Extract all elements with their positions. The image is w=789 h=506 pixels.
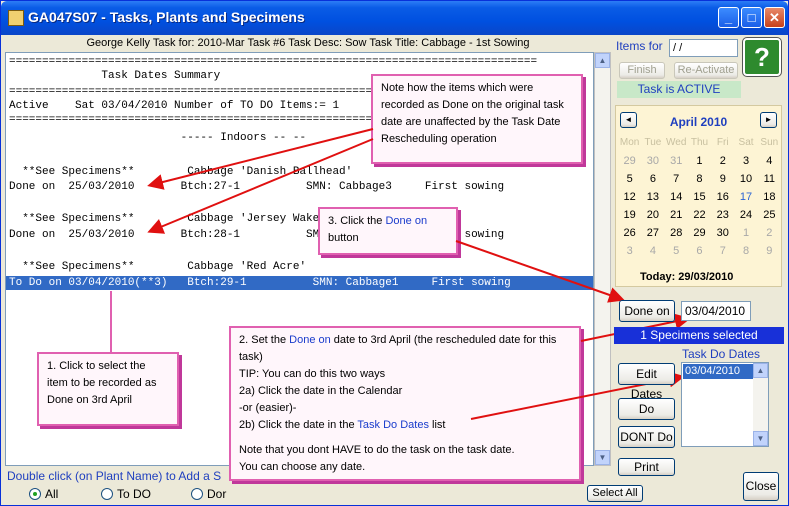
calendar-week: 12 13 14 15 16 17 18 xyxy=(618,188,781,206)
calendar-day[interactable]: 16 xyxy=(711,188,734,206)
select-all-button[interactable]: Select All xyxy=(587,485,643,502)
calendar-day[interactable]: 9 xyxy=(758,242,781,260)
calendar: ◄ April 2010 ► Mon Tue Wed Thu Fri Sat S… xyxy=(615,105,782,287)
next-month-button[interactable]: ► xyxy=(760,112,777,128)
calendar-day[interactable]: 15 xyxy=(688,188,711,206)
reactivate-button[interactable]: Re-Activate xyxy=(674,62,738,79)
arrow-note-2 xyxy=(147,138,374,234)
arrow-note-1 xyxy=(147,128,374,190)
done-on-button[interactable]: Done on xyxy=(619,300,675,322)
calendar-day[interactable]: 9 xyxy=(711,170,734,188)
arrow-step3 xyxy=(455,240,625,303)
calendar-day[interactable]: 29 xyxy=(688,224,711,242)
radio-dot-icon xyxy=(191,488,203,500)
main-window: GA047S07 - Tasks, Plants and Specimens _… xyxy=(0,0,789,506)
calendar-day[interactable]: 29 xyxy=(618,152,641,170)
calendar-day[interactable]: 8 xyxy=(734,242,757,260)
calendar-day[interactable]: 11 xyxy=(758,170,781,188)
edit-dates-button[interactable]: Edit Dates xyxy=(618,363,675,401)
calendar-day[interactable]: 13 xyxy=(641,188,664,206)
calendar-day[interactable]: 10 xyxy=(734,170,757,188)
calendar-week: 5 6 7 8 9 10 11 xyxy=(618,170,781,188)
calendar-day[interactable]: 2 xyxy=(711,152,734,170)
calendar-day[interactable]: 4 xyxy=(758,152,781,170)
calendar-day[interactable]: 22 xyxy=(688,206,711,224)
calendar-weeks: 29 30 31 1 2 3 4 5 6 7 8 9 10 11 12 13 14 15 16 17 18 19 20 21 2… xyxy=(618,152,781,260)
calendar-day[interactable]: 18 xyxy=(758,188,781,206)
radio-dot-icon xyxy=(101,488,113,500)
done-on-date-field[interactable]: 03/04/2010 xyxy=(681,301,751,321)
specimens-selected: 1 Specimens selected xyxy=(614,327,784,344)
calendar-day[interactable]: 2 xyxy=(758,224,781,242)
calendar-day[interactable]: 26 xyxy=(618,224,641,242)
calendar-day[interactable]: 8 xyxy=(688,170,711,188)
calendar-day[interactable]: 19 xyxy=(618,206,641,224)
weekday-label: Wed xyxy=(666,137,687,148)
task-do-dates-label: Task Do Dates xyxy=(682,347,761,361)
calendar-day[interactable]: 12 xyxy=(618,188,641,206)
calendar-day[interactable]: 30 xyxy=(641,152,664,170)
calendar-day[interactable]: 27 xyxy=(641,224,664,242)
weekday-label: Sat xyxy=(738,137,754,148)
dont-do-button[interactable]: DONT Do xyxy=(618,426,675,448)
scroll-down-icon[interactable]: ▼ xyxy=(753,431,768,446)
filter-all-radio[interactable]: All xyxy=(29,487,58,501)
calendar-day[interactable]: 23 xyxy=(711,206,734,224)
calendar-week: 3456789 xyxy=(618,242,781,260)
calendar-day[interactable]: 3 xyxy=(734,152,757,170)
weekday-label: Fri xyxy=(716,137,729,148)
prev-month-button[interactable]: ◄ xyxy=(620,112,637,128)
print-button[interactable]: Print xyxy=(618,458,675,476)
calendar-day[interactable]: 17 xyxy=(734,188,757,206)
task-do-date-item[interactable]: 03/04/2010 xyxy=(683,364,753,379)
calendar-day[interactable]: 14 xyxy=(665,188,688,206)
calendar-day[interactable]: 1 xyxy=(734,224,757,242)
do-button[interactable]: Do xyxy=(618,398,675,420)
calendar-day[interactable]: 30 xyxy=(711,224,734,242)
filter-todo-radio[interactable]: To DO xyxy=(101,487,151,501)
calendar-weekdays: Mon Tue Wed Thu Fri Sat Sun xyxy=(618,134,781,152)
finish-button[interactable]: Finish xyxy=(619,62,665,79)
calendar-day[interactable]: 20 xyxy=(641,206,664,224)
calendar-week: 29 30 31 1 2 3 4 xyxy=(618,152,781,170)
items-for-field[interactable]: / / xyxy=(669,39,738,57)
calendar-day[interactable]: 5 xyxy=(665,242,688,260)
calendar-day[interactable]: 1 xyxy=(688,152,711,170)
help-button[interactable]: ? xyxy=(742,37,782,77)
calendar-day[interactable]: 21 xyxy=(665,206,688,224)
weekday-label: Mon xyxy=(619,137,640,148)
filter-done-radio[interactable]: Dor xyxy=(191,487,226,501)
weekday-label: Thu xyxy=(690,137,709,148)
calendar-day[interactable]: 6 xyxy=(688,242,711,260)
task-status: Task is ACTIVE xyxy=(617,81,741,98)
hint-text: Double click (on Plant Name) to Add a S xyxy=(7,469,222,483)
calendar-day[interactable]: 3 xyxy=(618,242,641,260)
filter-row: All To DO Dor xyxy=(5,485,611,503)
task-do-dates-list[interactable]: 03/04/2010 ▲ ▼ xyxy=(681,362,769,447)
calendar-day[interactable]: 24 xyxy=(734,206,757,224)
radio-dot-icon xyxy=(29,488,41,500)
calendar-day[interactable]: 31 xyxy=(665,152,688,170)
close-button[interactable]: Close xyxy=(743,472,779,501)
help-icon: ? xyxy=(754,42,770,72)
calendar-day[interactable]: 4 xyxy=(641,242,664,260)
weekday-label: Sun xyxy=(760,137,779,148)
calendar-day[interactable]: 25 xyxy=(758,206,781,224)
items-for-label: Items for xyxy=(616,39,663,53)
calendar-grid: Mon Tue Wed Thu Fri Sat Sun 29 30 31 1 2 3 4 5 6… xyxy=(618,134,781,260)
calendar-day[interactable]: 7 xyxy=(665,170,688,188)
list-scrollbar[interactable]: ▲ ▼ xyxy=(753,363,768,446)
calendar-month: April 2010 xyxy=(669,115,728,129)
today-label: Today: 29/03/2010 xyxy=(640,271,734,283)
calendar-day[interactable]: 7 xyxy=(711,242,734,260)
calendar-day[interactable]: 6 xyxy=(641,170,664,188)
calendar-week: 19 20 21 22 23 24 25 xyxy=(618,206,781,224)
calendar-week: 26 27 28 29 30 1 2 xyxy=(618,224,781,242)
scroll-up-icon[interactable]: ▲ xyxy=(753,363,768,378)
calendar-day[interactable]: 28 xyxy=(665,224,688,242)
weekday-label: Tue xyxy=(644,137,662,148)
calendar-day[interactable]: 5 xyxy=(618,170,641,188)
